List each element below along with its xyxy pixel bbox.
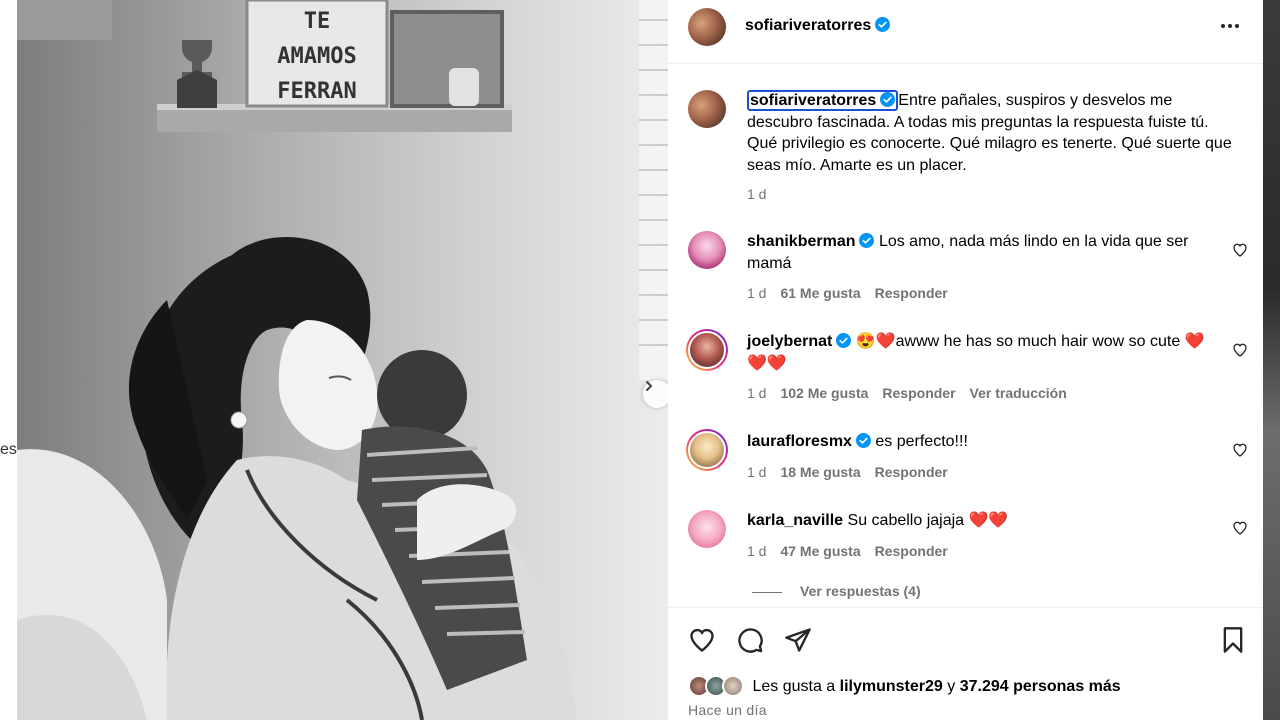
background-page-left xyxy=(0,0,17,720)
see-translation-button[interactable]: Ver traducción xyxy=(970,385,1067,401)
post-header: sofiariveratorres xyxy=(668,0,1263,64)
verified-badge-icon xyxy=(855,433,871,448)
more-options-icon[interactable] xyxy=(1217,16,1243,36)
comment-username[interactable]: joelybernat xyxy=(747,333,832,350)
comment-likes[interactable]: 47 Me gusta xyxy=(780,543,860,559)
author-username[interactable]: sofiariveratorres xyxy=(745,17,891,35)
comment-time[interactable]: 1 d xyxy=(747,543,766,559)
comment-like-heart-icon[interactable] xyxy=(1232,342,1248,358)
background-page-text: es xyxy=(0,441,17,458)
comment-meta: 1 d 102 Me gusta Responder Ver traducción xyxy=(747,385,1081,401)
comment-avatar[interactable] xyxy=(686,429,728,471)
heart-icon[interactable] xyxy=(688,626,716,654)
replies-divider xyxy=(752,591,782,593)
author-username-text[interactable]: sofiariveratorres xyxy=(745,17,871,34)
comment-meta: 1 d 61 Me gusta Responder xyxy=(747,285,962,301)
caption-author-avatar[interactable] xyxy=(688,90,726,128)
likes-first-user[interactable]: lilymunster29 xyxy=(840,678,943,695)
reply-button[interactable]: Responder xyxy=(875,464,948,480)
caption-time[interactable]: 1 d xyxy=(747,186,766,202)
reply-button[interactable]: Responder xyxy=(882,385,955,401)
likes-prefix: Les gusta a xyxy=(752,678,836,695)
verified-badge-icon xyxy=(836,333,852,348)
comment-item: shanikberman Los amo, nada más lindo en … xyxy=(747,231,1217,274)
comment-item: laurafloresmx es perfecto!!! xyxy=(747,431,1217,453)
post-detail-panel: sofiariveratorres sofiariveratorres Entre… xyxy=(668,0,1263,720)
photo-illustration: TE AMAMOS FERRAN xyxy=(17,0,668,720)
reply-button[interactable]: Responder xyxy=(875,543,948,559)
left-shelf xyxy=(17,0,112,40)
verified-badge-icon xyxy=(880,92,896,107)
shelf xyxy=(157,108,512,132)
comment-like-heart-icon[interactable] xyxy=(1232,520,1248,536)
comment-likes[interactable]: 61 Me gusta xyxy=(780,285,860,301)
comment-item: karla_naville Su cabello jajaja ❤️❤️ xyxy=(747,510,1217,532)
comment-avatar[interactable] xyxy=(688,231,726,269)
sign-line-1: TE xyxy=(304,9,331,34)
comment-icon[interactable] xyxy=(736,626,764,654)
comment-likes[interactable]: 102 Me gusta xyxy=(780,385,868,401)
chevron-right-icon xyxy=(646,381,652,391)
caption-username[interactable]: sofiariveratorres xyxy=(747,90,899,111)
likes-conjunction: y xyxy=(947,678,956,695)
window-blinds xyxy=(639,0,668,380)
reply-button[interactable]: Responder xyxy=(875,285,948,301)
comment-avatar[interactable] xyxy=(686,329,728,371)
sign-line-3: FERRAN xyxy=(277,79,356,104)
post-time-ago[interactable]: Hace un día xyxy=(688,702,767,718)
comment-avatar[interactable] xyxy=(688,510,726,548)
comment-meta: 1 d 18 Me gusta Responder xyxy=(747,464,962,480)
comment-text: es perfecto!!! xyxy=(875,433,968,450)
comment-text: Su cabello jajaja ❤️❤️ xyxy=(847,512,1009,529)
likes-summary: Les gusta a lilymunster29 y 37.294 perso… xyxy=(688,675,1121,697)
comment-time[interactable]: 1 d xyxy=(747,285,766,301)
comment-username[interactable]: laurafloresmx xyxy=(747,433,852,450)
verified-badge-icon xyxy=(859,233,875,248)
comment-meta: 1 d 47 Me gusta Responder xyxy=(747,543,962,559)
bookmark-icon[interactable] xyxy=(1219,626,1247,654)
post-photo[interactable]: TE AMAMOS FERRAN xyxy=(17,0,668,720)
liker-avatars[interactable] xyxy=(688,675,748,697)
comment-likes[interactable]: 18 Me gusta xyxy=(780,464,860,480)
comment-like-heart-icon[interactable] xyxy=(1232,442,1248,458)
comment-time[interactable]: 1 d xyxy=(747,385,766,401)
next-photo-button[interactable] xyxy=(643,380,668,408)
comment-username[interactable]: karla_naville xyxy=(747,512,843,529)
view-replies-label: Ver respuestas (4) xyxy=(800,583,921,599)
comment-time[interactable]: 1 d xyxy=(747,464,766,480)
view-replies-button[interactable]: Ver respuestas (4) xyxy=(752,583,921,599)
verified-badge-icon xyxy=(875,17,891,32)
likes-others[interactable]: 37.294 personas más xyxy=(960,678,1121,695)
comment-username[interactable]: shanikberman xyxy=(747,233,855,250)
send-icon[interactable] xyxy=(784,626,812,654)
sign-line-2: AMAMOS xyxy=(277,44,356,69)
comment-item: joelybernat 😍❤️awww he has so much hair … xyxy=(747,331,1217,374)
post-caption: sofiariveratorres Entre pañales, suspiros… xyxy=(747,90,1237,176)
caption-meta: 1 d xyxy=(747,186,780,202)
actions-divider xyxy=(668,607,1263,608)
background-page-right xyxy=(1263,0,1280,720)
comment-like-heart-icon[interactable] xyxy=(1232,242,1248,258)
author-avatar[interactable] xyxy=(688,8,726,46)
liker-avatar xyxy=(722,675,744,697)
